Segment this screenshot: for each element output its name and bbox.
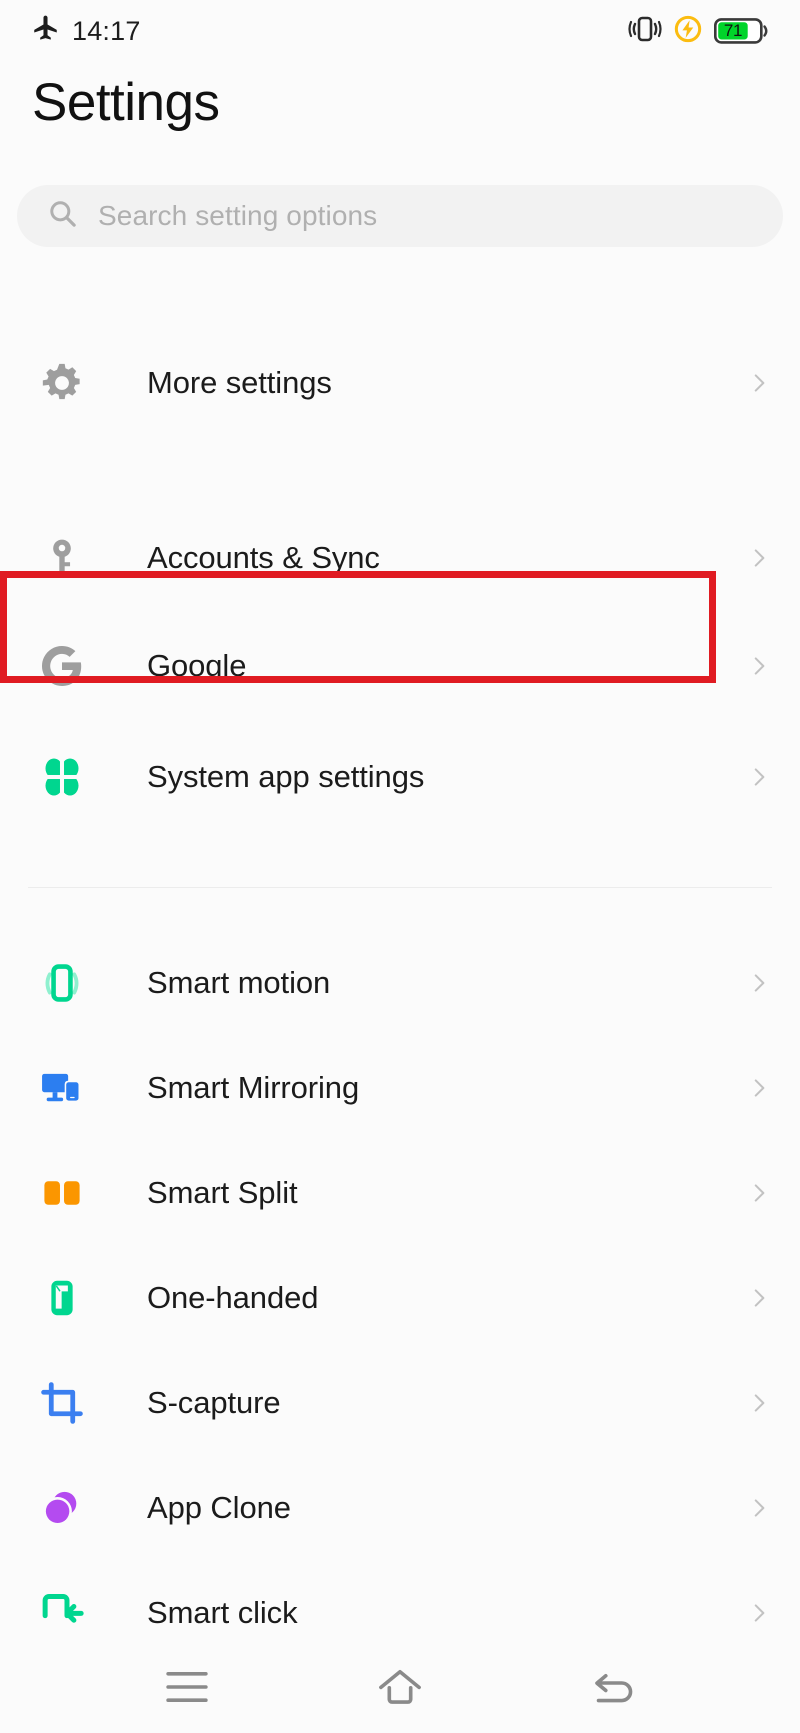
settings-list[interactable]: More settings Accounts & Sync Google Sys… [0, 283, 800, 1640]
gear-icon [32, 353, 92, 413]
settings-row-label: Smart Mirroring [147, 1069, 360, 1105]
crop-capture-icon [32, 1373, 92, 1433]
smart-click-icon [32, 1583, 92, 1641]
vibrate-icon [628, 16, 662, 47]
chevron-right-icon [746, 764, 772, 790]
settings-row-label: System app settings [147, 759, 425, 794]
google-g-icon [32, 636, 92, 696]
chevron-right-icon [746, 1285, 772, 1311]
one-handed-icon [32, 1268, 92, 1328]
clover-icon [32, 747, 92, 807]
charging-bolt-icon [674, 15, 702, 48]
settings-row-label: One-handed [147, 1279, 319, 1315]
search-icon [47, 198, 78, 234]
smart-motion-phone-icon [32, 953, 92, 1013]
status-bar-left: 14:17 [32, 15, 141, 47]
navigation-bar [0, 1640, 800, 1733]
settings-row-label: More settings [147, 365, 332, 400]
settings-row-smart-split[interactable]: Smart Split [0, 1140, 800, 1245]
settings-row-label: Smart click [147, 1594, 298, 1630]
settings-row-more-settings[interactable]: More settings [0, 307, 800, 459]
chevron-right-icon [746, 1075, 772, 1101]
settings-row-one-handed[interactable]: One-handed [0, 1245, 800, 1350]
settings-row-accounts-sync[interactable]: Accounts & Sync [0, 505, 800, 610]
settings-row-smart-mirroring[interactable]: Smart Mirroring [0, 1035, 800, 1140]
settings-row-label: Accounts & Sync [147, 539, 380, 575]
settings-row-label: Smart motion [147, 964, 331, 1000]
settings-row-smart-click[interactable]: Smart click [0, 1560, 800, 1640]
settings-screen: 14:17 71 Settings Search setting options… [0, 0, 800, 1733]
menu-icon[interactable] [142, 1657, 232, 1717]
chevron-right-icon [746, 653, 772, 679]
status-bar-right: 71 [628, 15, 770, 48]
monitor-phone-icon [32, 1058, 92, 1118]
chevron-right-icon [746, 1390, 772, 1416]
app-clone-circles-icon [32, 1478, 92, 1538]
airplane-mode-icon [32, 15, 59, 47]
settings-row-system-app-settings[interactable]: System app settings [0, 722, 800, 832]
settings-row-label: App Clone [147, 1489, 291, 1525]
back-icon[interactable] [568, 1657, 658, 1717]
split-screen-icon [32, 1163, 92, 1223]
chevron-right-icon [746, 370, 772, 396]
chevron-right-icon [746, 1600, 772, 1626]
search-input[interactable]: Search setting options [17, 185, 783, 247]
settings-row-label: Smart Split [147, 1174, 298, 1210]
chevron-right-icon [746, 545, 772, 571]
settings-row-smart-motion[interactable]: Smart motion [0, 930, 800, 1035]
key-icon [32, 528, 92, 588]
chevron-right-icon [746, 1495, 772, 1521]
chevron-right-icon [746, 1180, 772, 1206]
settings-row-label: S-capture [147, 1384, 281, 1420]
settings-row-google[interactable]: Google [0, 610, 800, 722]
status-bar: 14:17 71 [0, 0, 800, 62]
status-bar-clock: 14:17 [72, 15, 141, 46]
battery-percent-label: 71 [723, 21, 743, 40]
search-placeholder: Search setting options [98, 200, 378, 231]
settings-row-label: Google [147, 648, 247, 683]
chevron-right-icon [746, 970, 772, 996]
page-title: Settings [32, 73, 220, 132]
settings-row-s-capture[interactable]: S-capture [0, 1350, 800, 1455]
home-icon[interactable] [355, 1657, 445, 1717]
battery-icon: 71 [714, 17, 770, 45]
settings-row-app-clone[interactable]: App Clone [0, 1455, 800, 1560]
